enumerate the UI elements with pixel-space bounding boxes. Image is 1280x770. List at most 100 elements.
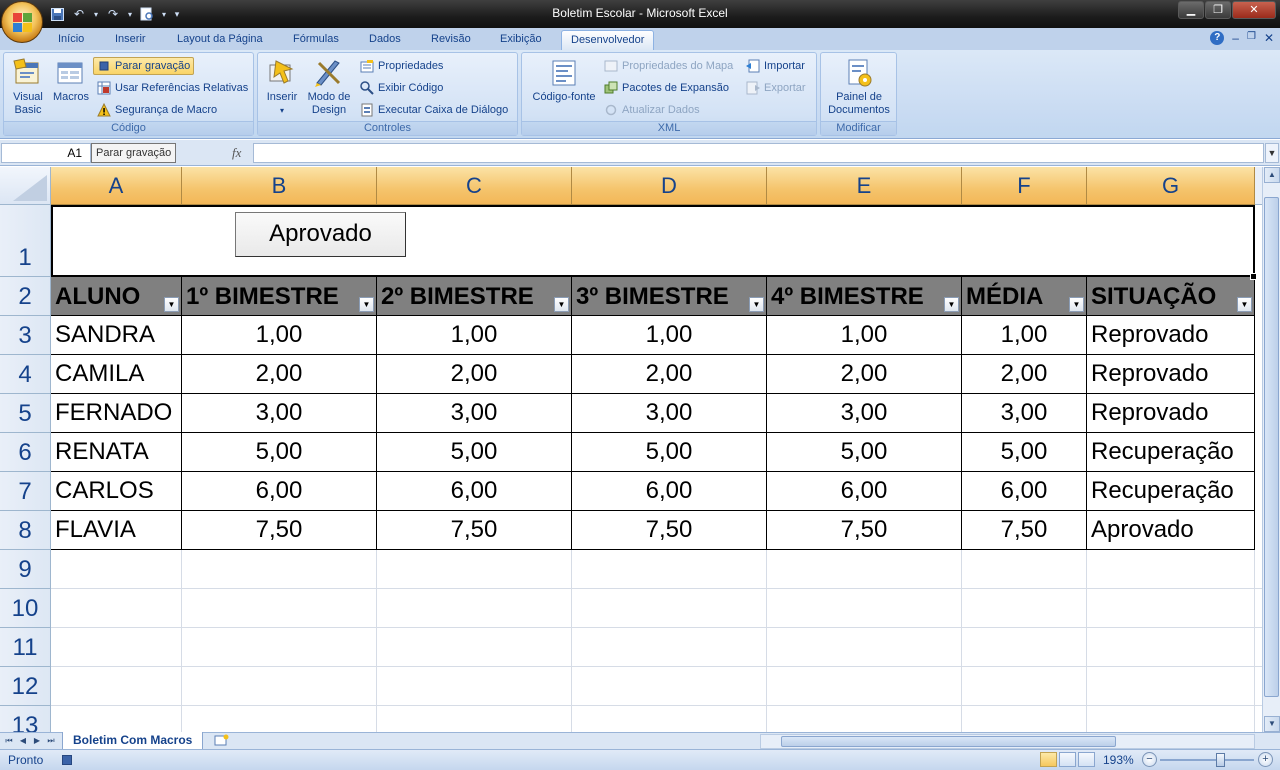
zoom-slider-track[interactable] (1160, 759, 1254, 761)
row-header-2[interactable]: 2 (0, 277, 51, 316)
column-header-h[interactable] (1255, 167, 1262, 205)
vertical-scroll-thumb[interactable] (1264, 197, 1279, 697)
cell-e8[interactable]: 7,50 (767, 511, 962, 550)
cell-b7[interactable]: 6,00 (182, 472, 377, 511)
cell-b6[interactable]: 5,00 (182, 433, 377, 472)
horizontal-scrollbar[interactable] (760, 734, 1255, 749)
stop-macro-recording-icon[interactable] (62, 755, 72, 765)
cell-f7[interactable]: 6,00 (962, 472, 1087, 511)
row-header-13[interactable]: 13 (0, 706, 51, 732)
cell-g3[interactable]: Reprovado (1087, 316, 1255, 355)
cell-e6[interactable]: 5,00 (767, 433, 962, 472)
cell-e3[interactable]: 1,00 (767, 316, 962, 355)
vertical-scrollbar[interactable]: ▲ ▼ (1262, 167, 1280, 732)
cell-c4[interactable]: 2,00 (377, 355, 572, 394)
row-header-5[interactable]: 5 (0, 394, 51, 433)
cell-b3[interactable]: 1,00 (182, 316, 377, 355)
pacotes-expansao-button[interactable]: Pacotes de Expansão (604, 79, 729, 97)
tab-revisao[interactable]: Revisão (425, 30, 477, 50)
aprovado-form-button[interactable]: Aprovado (235, 212, 406, 257)
painel-documentos-button[interactable]: Painel de Documentos (823, 57, 895, 117)
propriedades-mapa-button[interactable]: Propriedades do Mapa (604, 57, 733, 75)
row-header-10[interactable]: 10 (0, 589, 51, 628)
insert-sheet-icon[interactable] (212, 734, 232, 748)
column-header-b[interactable]: B (182, 167, 377, 205)
importar-button[interactable]: Importar (746, 57, 805, 75)
page-break-view-icon[interactable] (1078, 752, 1095, 767)
cell-b5[interactable]: 3,00 (182, 394, 377, 433)
cell-f5[interactable]: 3,00 (962, 394, 1087, 433)
minimize-button[interactable]: ▁ (1178, 1, 1204, 19)
tab-desenvolvedor[interactable]: Desenvolvedor (561, 30, 655, 50)
zoom-slider-thumb[interactable] (1216, 753, 1225, 767)
seguranca-macro-button[interactable]: Segurança de Macro (97, 101, 217, 119)
row-header-4[interactable]: 4 (0, 355, 51, 394)
cell-f6[interactable]: 5,00 (962, 433, 1087, 472)
cell-a3[interactable]: SANDRA (51, 316, 182, 355)
sheet-tab-boletim[interactable]: Boletim Com Macros (62, 732, 204, 750)
column-header-g[interactable]: G (1087, 167, 1255, 205)
filter-dropdown-icon[interactable]: ▼ (1237, 297, 1252, 312)
expand-formula-bar-icon[interactable]: ▼ (1265, 143, 1279, 163)
cell-c8[interactable]: 7,50 (377, 511, 572, 550)
cell-d7[interactable]: 6,00 (572, 472, 767, 511)
row-header-12[interactable]: 12 (0, 667, 51, 706)
codigo-fonte-button[interactable]: Código-fonte (526, 57, 602, 104)
cell-g5[interactable]: Reprovado (1087, 394, 1255, 433)
visual-basic-button[interactable]: Visual Basic (8, 57, 48, 117)
ribbon-close-icon[interactable]: ✕ (1264, 31, 1274, 45)
zoom-level[interactable]: 193% (1103, 753, 1134, 767)
column-header-e[interactable]: E (767, 167, 962, 205)
page-layout-view-icon[interactable] (1059, 752, 1076, 767)
filter-dropdown-icon[interactable]: ▼ (749, 297, 764, 312)
restore-button[interactable]: ❐ (1205, 1, 1231, 19)
cell-b4[interactable]: 2,00 (182, 355, 377, 394)
row-header-3[interactable]: 3 (0, 316, 51, 355)
row-header-7[interactable]: 7 (0, 472, 51, 511)
insert-function-icon[interactable]: fx (232, 145, 241, 161)
office-button[interactable] (1, 1, 43, 43)
atualizar-dados-button[interactable]: Atualizar Dados (604, 101, 700, 119)
tab-layout-pagina[interactable]: Layout da Página (171, 30, 269, 50)
next-sheet-icon[interactable]: ▶ (30, 734, 44, 748)
cell-d8[interactable]: 7,50 (572, 511, 767, 550)
column-header-f[interactable]: F (962, 167, 1087, 205)
normal-view-icon[interactable] (1040, 752, 1057, 767)
executar-caixa-button[interactable]: Executar Caixa de Diálogo (360, 101, 508, 119)
row-header-1[interactable]: 1 (0, 205, 51, 277)
macros-button[interactable]: Macros (51, 57, 91, 104)
cell-e4[interactable]: 2,00 (767, 355, 962, 394)
exportar-button[interactable]: Exportar (746, 79, 806, 97)
row-header-9[interactable]: 9 (0, 550, 51, 589)
cell-g6[interactable]: Recuperação (1087, 433, 1255, 472)
cell-f4[interactable]: 2,00 (962, 355, 1087, 394)
row-header-11[interactable]: 11 (0, 628, 51, 667)
tab-inicio[interactable]: Início (52, 30, 90, 50)
formula-input[interactable] (253, 143, 1264, 163)
close-button[interactable]: ✕ (1232, 1, 1276, 19)
cell-a5[interactable]: FERNADO (51, 394, 182, 433)
cell-a6[interactable]: RENATA (51, 433, 182, 472)
column-header-a[interactable]: A (51, 167, 182, 205)
select-all-button[interactable] (0, 167, 51, 205)
cell-c6[interactable]: 5,00 (377, 433, 572, 472)
filter-dropdown-icon[interactable]: ▼ (944, 297, 959, 312)
cell-f8[interactable]: 7,50 (962, 511, 1087, 550)
cell-c7[interactable]: 6,00 (377, 472, 572, 511)
filter-dropdown-icon[interactable]: ▼ (359, 297, 374, 312)
cell-c5[interactable]: 3,00 (377, 394, 572, 433)
cell-c3[interactable]: 1,00 (377, 316, 572, 355)
referencias-relativas-button[interactable]: Usar Referências Relativas (97, 79, 248, 97)
propriedades-button[interactable]: Propriedades (360, 57, 443, 75)
parar-gravacao-button[interactable]: Parar gravação (93, 57, 195, 75)
help-icon[interactable]: ? (1210, 31, 1225, 45)
fill-handle[interactable] (1250, 273, 1257, 280)
inserir-control-button[interactable]: Inserir ▾ (262, 57, 302, 117)
scroll-up-icon[interactable]: ▲ (1264, 167, 1280, 183)
cell-d3[interactable]: 1,00 (572, 316, 767, 355)
ribbon-minimize-icon[interactable]: – (1232, 31, 1239, 45)
name-box[interactable]: A1 (1, 143, 91, 163)
last-sheet-icon[interactable]: ⏭ (44, 734, 58, 748)
selected-cell-a1[interactable] (51, 205, 1255, 277)
exibir-codigo-button[interactable]: Exibir Código (360, 79, 443, 97)
